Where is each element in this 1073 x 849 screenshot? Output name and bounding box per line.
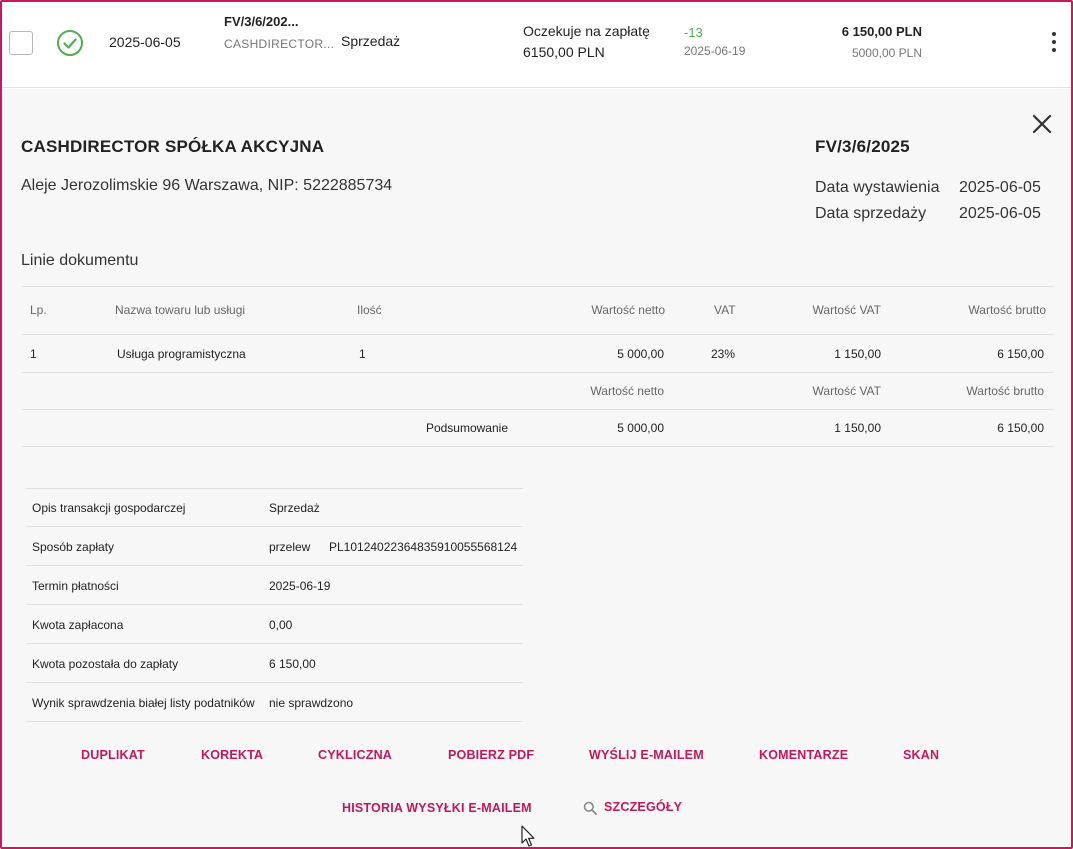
duplicate-button[interactable]: DUPLIKAT	[81, 748, 145, 762]
sale-date-label: Data sprzedaży	[815, 205, 927, 222]
close-icon[interactable]	[1032, 114, 1052, 134]
row-net: 5000,00 PLN	[851, 46, 922, 60]
col-header-qty: Ilość	[357, 303, 382, 317]
invoice-details-panel	[2, 89, 1071, 847]
info-label: Kwota zapłacona	[32, 618, 124, 632]
col-header-lp: Lp.	[30, 303, 47, 317]
info-label: Wynik sprawdzenia białej listy podatnikó…	[32, 696, 255, 710]
search-icon	[583, 801, 597, 815]
scan-button[interactable]: SKAN	[903, 748, 939, 762]
info-label: Termin płatności	[32, 579, 119, 593]
invoice-list-row[interactable]: 2025-06-05 FV/3/6/202... CASHDIRECTOR...…	[2, 2, 1071, 88]
line-gross: 6 150,00	[997, 347, 1044, 361]
check-circle-icon	[57, 30, 83, 56]
row-due-date: 2025-06-19	[684, 44, 746, 58]
email-history-button[interactable]: HISTORIA WYSYŁKI E-MAILEM	[342, 801, 532, 815]
summary-gross: 6 150,00	[997, 421, 1044, 435]
download-pdf-button[interactable]: POBIERZ PDF	[448, 748, 534, 762]
table-divider	[22, 446, 1054, 447]
correction-button[interactable]: KOREKTA	[201, 748, 263, 762]
info-value: 0,00	[269, 618, 293, 632]
sale-date-value: 2025-06-05	[959, 205, 1041, 222]
row-date: 2025-06-05	[109, 34, 181, 50]
row-status: Oczekuje na zapłatę	[523, 23, 650, 39]
info-divider	[26, 721, 523, 722]
row-days-overdue: -13	[684, 25, 703, 40]
summary-header-gross: Wartość brutto	[966, 384, 1044, 398]
row-type: Sprzedaż	[341, 33, 401, 49]
info-divider	[26, 488, 523, 489]
mouse-pointer-icon	[521, 825, 535, 847]
line-lp: 1	[30, 347, 37, 361]
info-value: 6 150,00	[269, 657, 316, 671]
info-divider	[26, 565, 523, 566]
summary-header-net: Wartość netto	[590, 384, 664, 398]
line-net: 5 000,00	[617, 347, 664, 361]
info-divider	[26, 643, 523, 644]
line-qty: 1	[359, 347, 366, 361]
info-divider	[26, 526, 523, 527]
row-checkbox[interactable]	[9, 31, 33, 55]
info-value: Sprzedaż	[269, 501, 320, 515]
col-header-gross: Wartość brutto	[968, 303, 1046, 317]
line-vat: 23%	[711, 347, 736, 361]
info-divider	[26, 604, 523, 605]
row-company: CASHDIRECTOR...	[224, 37, 335, 51]
line-name: Usługa programistyczna	[117, 347, 246, 361]
line-vat-value: 1 150,00	[834, 347, 881, 361]
info-value: przelew	[269, 540, 311, 554]
more-menu-icon[interactable]	[1052, 32, 1058, 56]
info-label: Opis transakcji gospodarczej	[32, 501, 186, 515]
info-label: Sposób zapłaty	[32, 540, 115, 554]
row-status-amount: 6150,00 PLN	[523, 44, 605, 60]
table-divider	[22, 409, 1054, 410]
info-label: Kwota pozostała do zapłaty	[32, 657, 179, 671]
col-header-vat: VAT	[714, 303, 736, 317]
col-header-vat-value: Wartość VAT	[812, 303, 881, 317]
row-invoice-number: FV/3/6/202...	[224, 14, 299, 29]
issue-date-label: Data wystawienia	[815, 179, 940, 196]
cyclic-button[interactable]: CYKLICZNA	[318, 748, 392, 762]
summary-header-vat-value: Wartość VAT	[812, 384, 881, 398]
table-divider	[22, 286, 1054, 287]
issue-date-value: 2025-06-05	[959, 179, 1041, 196]
summary-label: Podsumowanie	[425, 421, 508, 435]
send-email-button[interactable]: WYŚLIJ E-MAILEM	[589, 748, 704, 762]
company-name: CASHDIRECTOR SPÓŁKA AKCYJNA	[21, 137, 325, 156]
invoice-number: FV/3/6/2025	[815, 137, 910, 156]
summary-net: 5 000,00	[617, 421, 664, 435]
lines-title: Linie dokumentu	[21, 252, 139, 269]
row-gross: 6 150,00 PLN	[841, 24, 922, 39]
comments-button[interactable]: KOMENTARZE	[759, 748, 848, 762]
col-header-net: Wartość netto	[591, 303, 665, 317]
details-button[interactable]: SZCZEGÓŁY	[604, 800, 682, 814]
info-divider	[26, 682, 523, 683]
summary-vat-value: 1 150,00	[834, 421, 881, 435]
table-divider	[22, 372, 1054, 373]
info-value: 2025-06-19	[269, 579, 331, 593]
info-bank-account: PL10124022364835910055568124	[329, 540, 518, 554]
col-header-name: Nazwa towaru lub usługi	[115, 303, 246, 317]
info-value: nie sprawdzono	[269, 696, 354, 710]
company-address: Aleje Jerozolimskie 96 Warszawa, NIP: 52…	[21, 177, 393, 194]
table-divider	[22, 334, 1054, 335]
